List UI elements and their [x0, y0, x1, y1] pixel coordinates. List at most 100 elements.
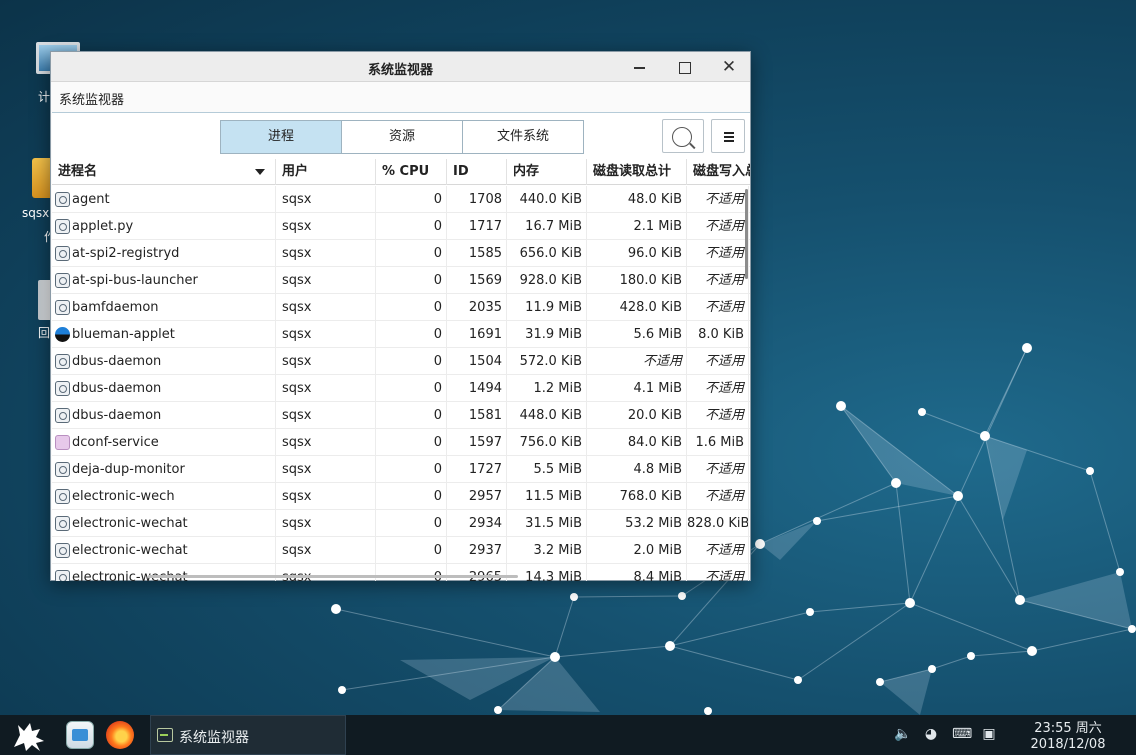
tab-resources[interactable]: 资源	[342, 121, 463, 153]
wechat-icon[interactable]: ◕	[922, 725, 940, 743]
cell-cpu: 0	[376, 402, 447, 429]
cell-disk-write: 不适用	[687, 213, 749, 240]
cell-process-name: at-spi2-registryd	[52, 240, 276, 267]
cell-disk-write: 不适用	[687, 564, 749, 581]
firefox-icon[interactable]	[106, 721, 134, 749]
cell-disk-write: 不适用	[687, 186, 749, 213]
minimize-button[interactable]	[623, 56, 655, 78]
table-row[interactable]: electronic-wechat sqsx 0 2934 31.5 MiB 53.2 M…	[52, 510, 750, 537]
cell-user: sqsx	[276, 456, 376, 483]
table-row[interactable]: dbus-daemon sqsx 0 1581 448.0 KiB 20.0 KiB 不适用	[52, 402, 750, 429]
cell-user: sqsx	[276, 510, 376, 537]
cell-cpu: 0	[376, 375, 447, 402]
cell-id: 1569	[447, 267, 507, 294]
vertical-scrollbar[interactable]	[745, 189, 748, 279]
tab-filesystems[interactable]: 文件系统	[463, 121, 583, 153]
hamburger-menu-icon	[724, 132, 734, 134]
process-name-text: electronic-wechat	[72, 543, 188, 558]
volume-icon[interactable]: 🔈	[894, 725, 912, 743]
cell-memory: 31.9 MiB	[507, 321, 587, 348]
window-titlebar[interactable]: 系统监视器 ✕	[51, 52, 750, 82]
tab-processes[interactable]: 进程	[221, 121, 342, 153]
cell-id: 2035	[447, 294, 507, 321]
cell-id: 2957	[447, 483, 507, 510]
menubar-app-menu[interactable]: 系统监视器	[59, 89, 124, 108]
table-row[interactable]: dbus-daemon sqsx 0 1504 572.0 KiB 不适用 不适用	[52, 348, 750, 375]
column-header-cpu[interactable]: % CPU	[376, 159, 447, 185]
table-row[interactable]: at-spi-bus-launcher sqsx 0 1569 928.0 KiB 180…	[52, 267, 750, 294]
cell-disk-write: 不适用	[687, 240, 749, 267]
table-row[interactable]: at-spi2-registryd sqsx 0 1585 656.0 KiB 96.0 …	[52, 240, 750, 267]
horizontal-scrollbar[interactable]	[148, 575, 518, 578]
close-icon: ✕	[721, 57, 737, 77]
cell-process-name: dconf-service	[52, 429, 276, 456]
table-row[interactable]: electronic-wech sqsx 0 2957 11.5 MiB 768.0 Ki…	[52, 483, 750, 510]
cell-id: 2937	[447, 537, 507, 564]
table-row[interactable]: electronic-wechat sqsx 0 2937 3.2 MiB 2.0 MiB…	[52, 537, 750, 564]
cell-id: 1708	[447, 186, 507, 213]
network-icon[interactable]: ▣	[980, 725, 998, 743]
cell-user: sqsx	[276, 267, 376, 294]
gear-icon	[55, 300, 70, 315]
cell-process-name: electronic-wechat	[52, 564, 276, 581]
column-header-disk-write[interactable]: 磁盘写入总计	[687, 159, 750, 185]
cell-id: 2965	[447, 564, 507, 581]
cell-memory: 656.0 KiB	[507, 240, 587, 267]
search-icon-handle	[689, 142, 696, 149]
process-name-text: dconf-service	[72, 435, 159, 450]
gear-icon	[55, 273, 70, 288]
menu-button[interactable]	[711, 119, 745, 153]
column-header-id[interactable]: ID	[447, 159, 507, 185]
process-name-text: deja-dup-monitor	[72, 462, 185, 477]
start-menu-icon[interactable]	[10, 717, 50, 753]
column-header-process-name[interactable]: 进程名	[52, 159, 276, 185]
keyboard-icon[interactable]: ⌨	[952, 725, 972, 743]
cell-process-name: deja-dup-monitor	[52, 456, 276, 483]
process-name-text: dbus-daemon	[72, 354, 162, 369]
clock[interactable]: 23:55 周六 2018/12/08	[1020, 721, 1116, 753]
desktop-icon-label: 回	[38, 326, 51, 340]
cell-user: sqsx	[276, 294, 376, 321]
cell-disk-read: 4.8 MiB	[587, 456, 687, 483]
cell-memory: 756.0 KiB	[507, 429, 587, 456]
cell-disk-write: 不适用	[687, 537, 749, 564]
hamburger-menu-icon-line	[724, 136, 734, 138]
table-row[interactable]: electronic-wechatsqsx0296514.3 MiB8.4 Mi…	[52, 564, 750, 581]
table-row[interactable]: dconf-service sqsx 0 1597 756.0 KiB 84.0 KiB 1…	[52, 429, 750, 456]
gear-icon	[55, 516, 70, 531]
table-row[interactable]: applet.py sqsx 0 1717 16.7 MiB 2.1 MiB 不适用	[52, 213, 750, 240]
column-header-memory[interactable]: 内存	[507, 159, 587, 185]
cell-disk-write: 不适用	[687, 294, 749, 321]
view-tabbar: 进程 资源 文件系统	[220, 120, 584, 154]
taskbar-item-system-monitor[interactable]: 系统监视器	[150, 715, 346, 755]
cell-user: sqsx	[276, 348, 376, 375]
cell-cpu: 0	[376, 429, 447, 456]
search-button[interactable]	[662, 119, 704, 153]
maximize-icon	[679, 61, 691, 74]
cell-memory: 5.5 MiB	[507, 456, 587, 483]
column-header-disk-read[interactable]: 磁盘读取总计	[587, 159, 687, 185]
cell-disk-read: 20.0 KiB	[587, 402, 687, 429]
cell-id: 1691	[447, 321, 507, 348]
process-table: 进程名 用户 % CPU ID 内存 磁盘读取总计 磁盘写入总计 agent sq…	[52, 159, 750, 581]
process-name-text: applet.py	[72, 219, 134, 234]
table-row[interactable]: dbus-daemon sqsx 0 1494 1.2 MiB 4.1 MiB 不适用	[52, 375, 750, 402]
gear-icon	[55, 408, 70, 423]
maximize-button[interactable]	[669, 56, 701, 78]
table-row[interactable]: blueman-applet sqsx 0 1691 31.9 MiB 5.6 MiB 8.…	[52, 321, 750, 348]
cell-cpu: 0	[376, 348, 447, 375]
file-manager-icon[interactable]	[66, 721, 94, 749]
cell-id: 1581	[447, 402, 507, 429]
column-header-user[interactable]: 用户	[276, 159, 376, 185]
process-name-text: electronic-wech	[72, 489, 175, 504]
dconf-icon	[55, 435, 70, 450]
cell-id: 1585	[447, 240, 507, 267]
cell-memory: 31.5 MiB	[507, 510, 587, 537]
process-name-text: dbus-daemon	[72, 381, 162, 396]
close-button[interactable]: ✕	[713, 56, 745, 78]
table-row[interactable]: bamfdaemon sqsx 0 2035 11.9 MiB 428.0 KiB 不适用	[52, 294, 750, 321]
gear-icon	[55, 219, 70, 234]
gear-icon	[55, 192, 70, 207]
table-row[interactable]: deja-dup-monitor sqsx 0 1727 5.5 MiB 4.8 MiB 不…	[52, 456, 750, 483]
table-row[interactable]: agent sqsx 0 1708 440.0 KiB 48.0 KiB 不适用	[52, 186, 750, 213]
